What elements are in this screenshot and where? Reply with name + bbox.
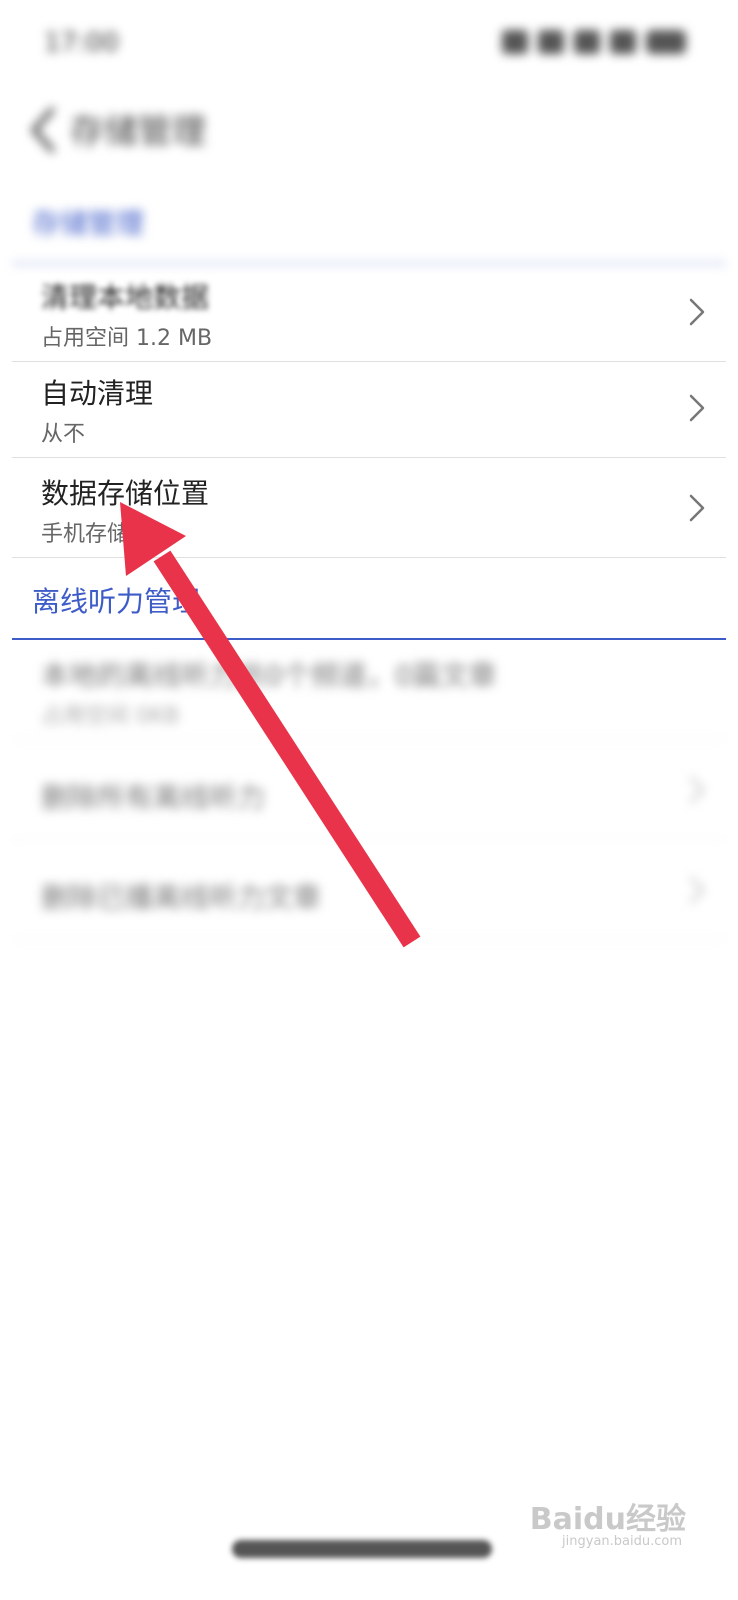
section-header-offline: 离线听力管理: [32, 585, 201, 618]
signal-icon-2: [610, 30, 636, 54]
row-title: 数据存储位置: [41, 477, 210, 510]
alarm-icon: [502, 30, 528, 54]
chevron-right-icon: [689, 876, 705, 904]
row-subtitle: 从不: [41, 422, 86, 447]
row-subtitle: 占用空间 1.2 MB: [41, 326, 213, 351]
chevron-right-icon: [689, 776, 705, 804]
home-indicator[interactable]: [232, 1540, 492, 1558]
chevron-right-icon: [689, 298, 705, 326]
section-header-storage: 存储管理: [32, 207, 145, 240]
row-title: 删除所有离线听力: [41, 781, 266, 814]
settings-row-auto-clean[interactable]: 自动清理 从不: [12, 358, 726, 458]
settings-row-clear-local-data[interactable]: 清理本地数据 占用空间 1.2 MB: [12, 262, 726, 362]
signal-icon: [574, 30, 600, 54]
row-title: 自动清理: [41, 377, 154, 410]
row-subtitle: 手机存储: [41, 522, 130, 547]
settings-row-local-offline: 本地的离线听力共0个频道，0篇文章 占用空间 0KB: [12, 640, 726, 740]
settings-row-storage-location[interactable]: 数据存储位置 手机存储: [12, 458, 726, 558]
page-title: 存储管理: [70, 112, 206, 152]
row-subtitle: 占用空间 0KB: [41, 704, 180, 729]
row-title: 本地的离线听力共0个频道，0篇文章: [41, 659, 497, 692]
battery-icon: [646, 30, 686, 54]
settings-row-delete-all-offline[interactable]: 删除所有离线听力: [12, 740, 726, 840]
wifi-icon: [538, 30, 564, 54]
settings-row-delete-played-offline[interactable]: 删除已播离线听力文章: [12, 840, 726, 940]
nav-bar: 存储管理: [0, 90, 738, 170]
chevron-right-icon: [689, 494, 705, 522]
watermark-logo: Baidu经验: [529, 1502, 686, 1537]
status-time: 17:00: [44, 28, 119, 58]
status-bar: 17:00: [0, 0, 738, 90]
watermark-url: jingyan.baidu.com: [562, 1534, 682, 1549]
chevron-right-icon: [689, 394, 705, 422]
row-title: 清理本地数据: [41, 281, 210, 314]
row-title: 删除已播离线听力文章: [41, 881, 322, 914]
back-arrow-icon[interactable]: [22, 104, 66, 156]
status-icons: [502, 30, 686, 54]
